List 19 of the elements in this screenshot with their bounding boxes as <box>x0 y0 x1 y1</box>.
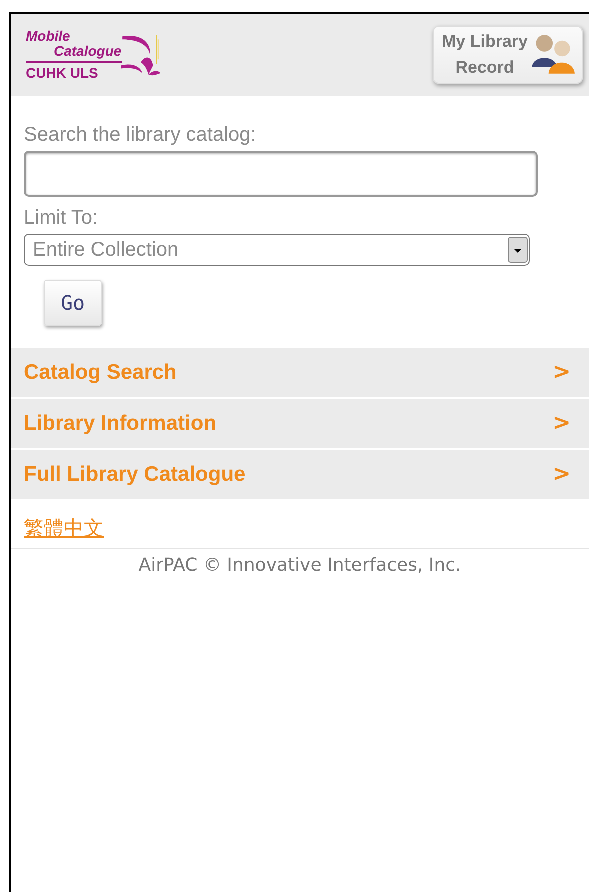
caret-icon <box>508 237 528 263</box>
search-label: Search the library catalog: <box>24 124 258 147</box>
logo-title: Catalogue <box>26 44 122 63</box>
language-link[interactable]: 繁體中文 <box>24 518 104 540</box>
menu-item[interactable]: Catalog Search > <box>11 348 589 399</box>
logo-title: Mobile <box>26 29 72 44</box>
my-library-record-button[interactable]: My Library Record <box>433 26 583 84</box>
go-button[interactable]: Go <box>44 280 102 326</box>
search-field[interactable] <box>24 151 538 197</box>
menu-item[interactable]: Full Library Catalogue > <box>11 450 589 501</box>
chevron-icon: > <box>552 411 571 436</box>
limit-label: Limit To: <box>24 207 100 230</box>
footer-text: AirPAC © Innovative Interfaces, Inc. <box>138 554 462 576</box>
chevron-icon: > <box>552 462 571 487</box>
logo-subtitle: CUHK ULS <box>26 64 100 81</box>
chevron-icon: > <box>552 360 571 385</box>
menu-item[interactable]: Library Information > <box>11 399 589 450</box>
people-icon <box>530 34 576 76</box>
limit-dropdown[interactable]: Entire Collection <box>24 234 530 266</box>
